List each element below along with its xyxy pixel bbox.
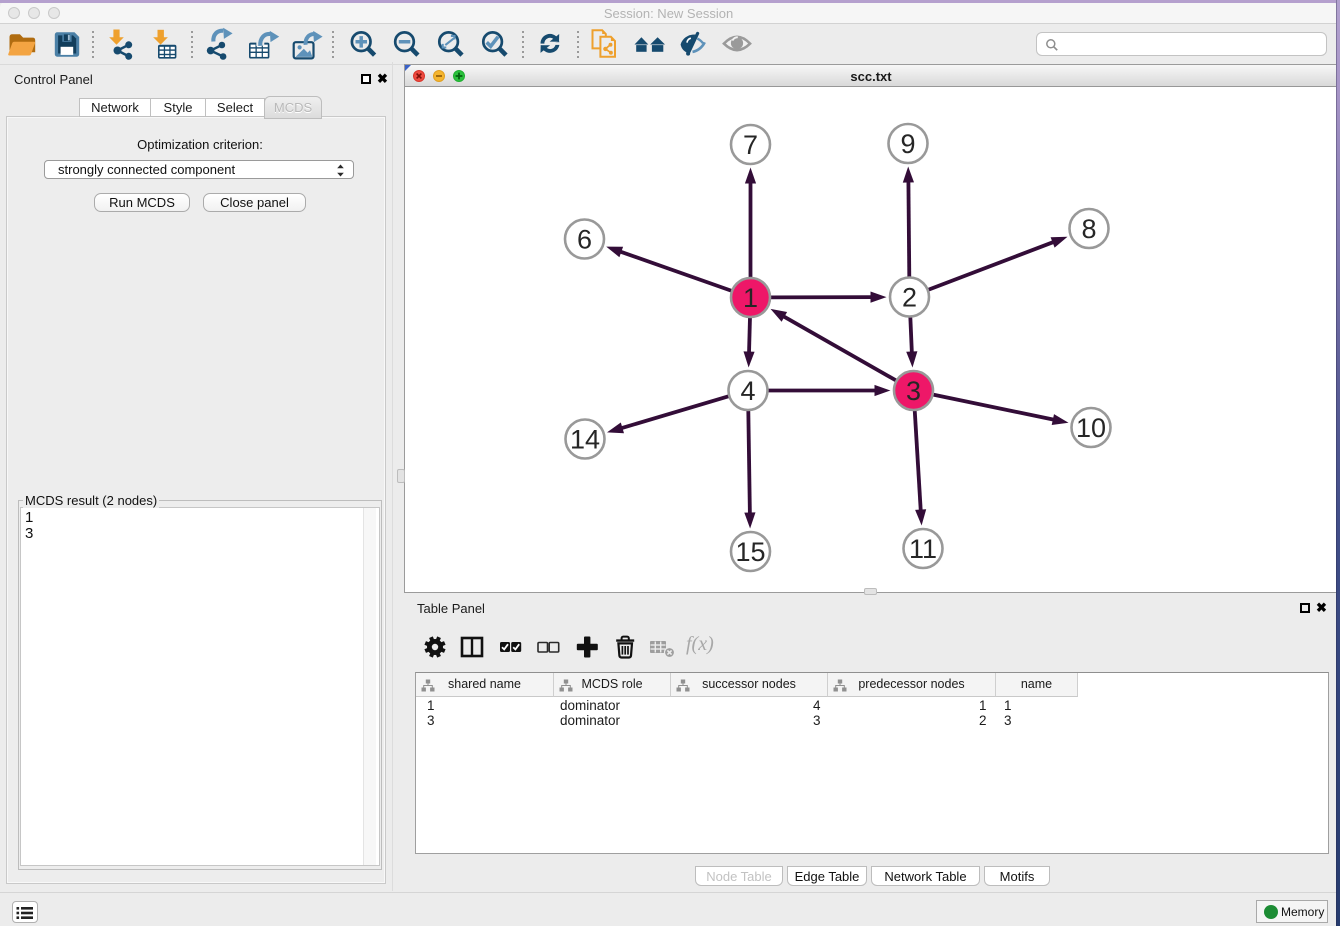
svg-text:1: 1 <box>743 283 758 313</box>
svg-text:9: 9 <box>900 129 915 159</box>
svg-text:14: 14 <box>570 425 600 455</box>
svg-text:8: 8 <box>1081 214 1096 244</box>
svg-text:15: 15 <box>735 537 765 567</box>
svg-text:10: 10 <box>1076 413 1106 443</box>
svg-text:2: 2 <box>902 283 917 313</box>
svg-text:11: 11 <box>909 534 937 564</box>
svg-text:7: 7 <box>743 130 758 160</box>
svg-text:6: 6 <box>577 225 592 255</box>
svg-text:4: 4 <box>740 376 755 406</box>
svg-text:3: 3 <box>906 376 921 406</box>
